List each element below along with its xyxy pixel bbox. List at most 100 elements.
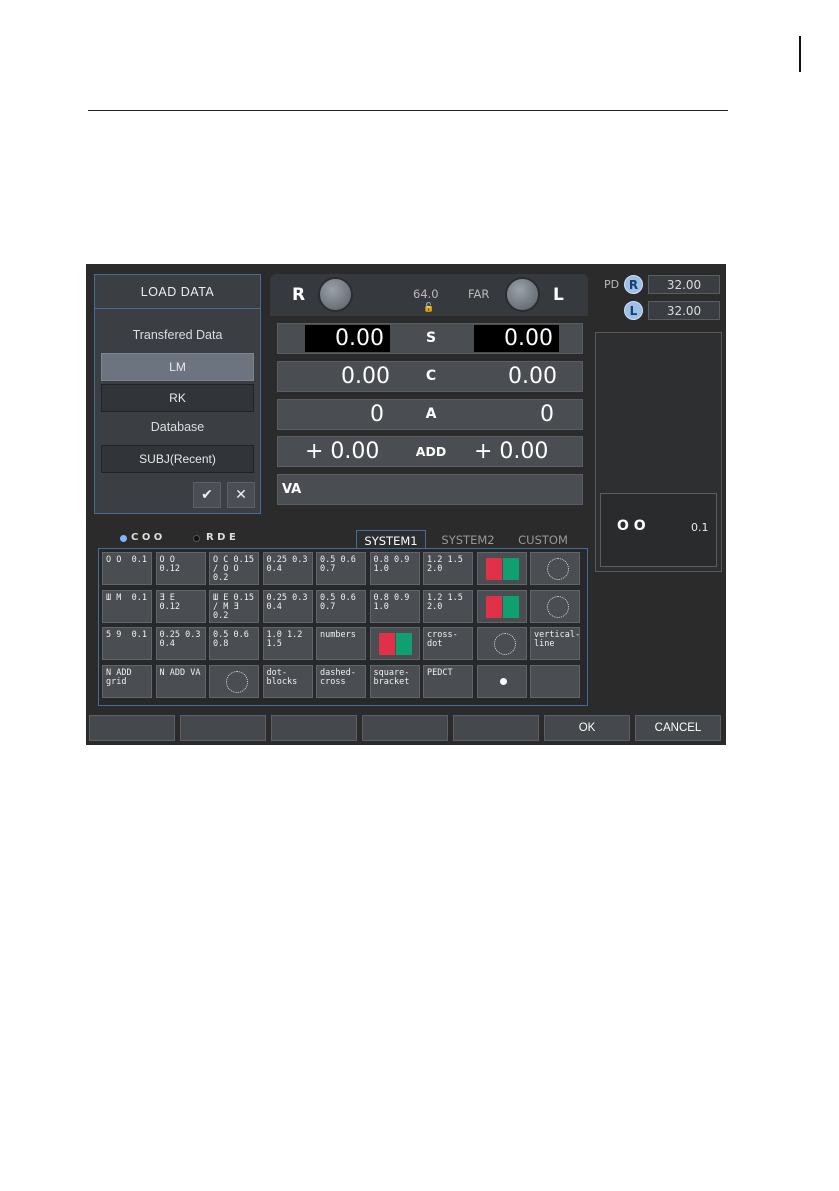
- chart-cell-label: O O 0.12: [159, 555, 186, 574]
- chart-cell-label: [534, 594, 576, 619]
- axis-left-value[interactable]: 0: [474, 400, 554, 429]
- chart-cell-r3-c2[interactable]: 0.25 0.3 0.4: [155, 627, 206, 660]
- chart-cell-r2-c7[interactable]: 1.2 1.5 2.0: [423, 589, 473, 623]
- tab-system2[interactable]: SYSTEM2: [434, 530, 502, 550]
- cylinder-left-value[interactable]: 0.00: [474, 362, 557, 391]
- add-left-value[interactable]: + 0.00: [474, 437, 559, 466]
- chart-cell-r1-c3[interactable]: O C 0.15 / O O 0.2: [209, 552, 259, 585]
- load-data-panel: LOAD DATA Transfered Data LM RK Database…: [94, 274, 261, 514]
- subj-recent-button[interactable]: SUBJ(Recent): [101, 445, 254, 473]
- chart-cell-r4-c2[interactable]: N ADD VA: [155, 664, 206, 698]
- chart-cell-r3-c3[interactable]: 0.5 0.6 0.8: [209, 627, 259, 660]
- chart-cell-label: vertical-line: [534, 630, 580, 649]
- chart-cell-label: N ADD grid: [106, 667, 137, 687]
- radio-rde-icon[interactable]: [193, 535, 200, 542]
- chart-cell-r3-c8[interactable]: [476, 627, 527, 660]
- sphere-label: S: [425, 330, 437, 346]
- chart-cell-r4-c7[interactable]: PEDCT: [423, 664, 473, 698]
- chart-preview-inner: O O 0.1: [600, 493, 717, 567]
- add-right-value[interactable]: + 0.00: [305, 437, 390, 466]
- cancel-button[interactable]: CANCEL: [635, 715, 721, 741]
- pd-right-badge[interactable]: R: [624, 275, 643, 294]
- chart-cell-label: [374, 631, 416, 656]
- header-rule: [88, 110, 728, 111]
- chart-cell-r3-c7[interactable]: cross-dot: [423, 627, 473, 660]
- function-button-5[interactable]: [453, 715, 539, 741]
- confirm-button[interactable]: ✔: [193, 482, 221, 508]
- chart-cell-r3-c5[interactable]: numbers: [316, 627, 366, 660]
- va-label: VA: [282, 482, 302, 497]
- radio-rde-label: R D E: [206, 532, 236, 543]
- left-eye-knob[interactable]: [505, 277, 540, 312]
- tab-custom[interactable]: CUSTOM: [508, 530, 578, 550]
- function-button-3[interactable]: [271, 715, 357, 741]
- tab-system1[interactable]: SYSTEM1: [356, 530, 426, 550]
- chart-cell-label: 0.5 0.6 0.7: [320, 555, 361, 574]
- function-button-1[interactable]: [89, 715, 175, 741]
- chart-cell-label: 5 9 0.1: [106, 630, 147, 640]
- chart-cell-r2-c6[interactable]: 0.8 0.9 1.0: [369, 589, 420, 623]
- chart-cell-r2-c9[interactable]: [530, 589, 580, 623]
- chart-cell-label: 0.8 0.9 1.0: [373, 555, 415, 574]
- chart-cell-r1-c5[interactable]: 0.5 0.6 0.7: [316, 552, 366, 585]
- chart-cell-r4-c3[interactable]: [209, 664, 259, 698]
- chart-cell-r3-c9[interactable]: vertical-line: [530, 627, 580, 660]
- chart-cell-r1-c8[interactable]: [476, 552, 527, 585]
- chart-cell-label: 1.2 1.5 2.0: [427, 592, 468, 612]
- chart-cell-label: dashed-cross: [320, 667, 356, 687]
- lm-button[interactable]: LM: [101, 353, 254, 381]
- ok-button[interactable]: OK: [544, 715, 630, 741]
- sphere-row: 0.00 S 0.00: [277, 323, 583, 354]
- radio-coo-icon[interactable]: [120, 535, 127, 542]
- chart-cell-r2-c1[interactable]: Ш M 0.1: [102, 589, 152, 623]
- chart-cell-r4-c9[interactable]: [530, 664, 580, 698]
- chart-cell-r2-c2[interactable]: Ǝ E 0.12: [155, 589, 206, 623]
- axis-right-value[interactable]: 0: [304, 400, 384, 429]
- chart-cell-label: 1.2 1.5 2.0: [427, 555, 468, 574]
- chart-cell-r2-c3[interactable]: Ш E 0.15 / M Ǝ 0.2: [209, 589, 259, 623]
- chart-cell-r1-c4[interactable]: 0.25 0.3 0.4: [262, 552, 313, 585]
- chart-cell-r4-c8[interactable]: [476, 664, 527, 698]
- rk-button[interactable]: RK: [101, 384, 254, 412]
- chart-cell-r1-c9[interactable]: [530, 552, 580, 585]
- chart-cell-r3-c1[interactable]: 5 9 0.1: [102, 627, 152, 660]
- sphere-left-value[interactable]: 0.00: [474, 325, 559, 352]
- cancel-load-button[interactable]: ✕: [227, 482, 255, 508]
- chart-cell-r3-c4[interactable]: 1.0 1.2 1.5: [262, 627, 313, 660]
- chart-cell-r1-c7[interactable]: 1.2 1.5 2.0: [423, 552, 473, 585]
- cylinder-row: 0.00 C 0.00: [277, 361, 583, 392]
- chart-preview-display: O O 0.1: [595, 332, 722, 572]
- sphere-right-value[interactable]: 0.00: [305, 325, 390, 352]
- add-row: + 0.00 ADD + 0.00: [277, 436, 583, 467]
- phoropter-screen: LOAD DATA Transfered Data LM RK Database…: [86, 264, 726, 745]
- chart-cell-r4-c6[interactable]: square-bracket: [369, 664, 420, 698]
- cylinder-right-value[interactable]: 0.00: [304, 362, 390, 391]
- chart-cell-r4-c1[interactable]: N ADD grid: [102, 664, 152, 698]
- pd-left-value[interactable]: 32.00: [648, 301, 720, 320]
- chart-cell-r3-c6[interactable]: [369, 627, 420, 660]
- chart-cell-label: PEDCT: [427, 667, 453, 678]
- landolt-c-icon: O O: [617, 518, 646, 534]
- pd-left-badge[interactable]: L: [624, 301, 643, 320]
- chart-cell-r1-c1[interactable]: O O 0.1: [102, 552, 152, 585]
- chart-cell-r1-c2[interactable]: O O 0.12: [155, 552, 206, 585]
- chart-cell-r1-c6[interactable]: 0.8 0.9 1.0: [369, 552, 420, 585]
- chart-cell-r2-c8[interactable]: [476, 589, 527, 623]
- chart-cell-r2-c4[interactable]: 0.25 0.3 0.4: [262, 589, 313, 623]
- pd-right-value[interactable]: 32.00: [648, 275, 720, 294]
- radio-coo-label: C O O: [131, 532, 163, 543]
- function-button-2[interactable]: [180, 715, 266, 741]
- chart-cell-r2-c5[interactable]: 0.5 0.6 0.7: [316, 589, 366, 623]
- chart-cell-r4-c5[interactable]: dashed-cross: [316, 664, 366, 698]
- right-eye-knob[interactable]: [318, 277, 353, 312]
- va-row[interactable]: VA: [277, 474, 583, 505]
- lock-icon[interactable]: 🔓: [423, 303, 434, 313]
- chart-cell-label: [534, 556, 576, 581]
- chart-cell-r4-c4[interactable]: dot-blocks: [262, 664, 313, 698]
- chart-cell-label: N ADD VA: [159, 667, 201, 678]
- left-eye-label: L: [553, 285, 564, 305]
- chart-cell-label: Ш E 0.15 / M Ǝ 0.2: [213, 592, 259, 621]
- function-button-4[interactable]: [362, 715, 448, 741]
- chart-cell-label: square-bracket: [373, 667, 410, 687]
- add-label: ADD: [415, 444, 447, 459]
